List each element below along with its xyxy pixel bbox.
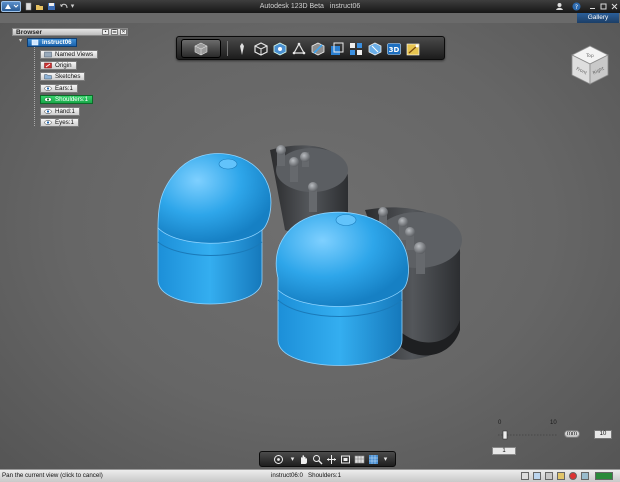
view-cube[interactable]: Top Front Right [568, 42, 612, 86]
visual-style-icon[interactable] [581, 472, 589, 480]
close-icon[interactable] [610, 2, 619, 11]
look-at-icon[interactable] [340, 454, 351, 465]
blue-shoulder-dome-back[interactable] [157, 153, 272, 305]
scale-tick-start: 0 [498, 420, 502, 426]
primitives-icon[interactable] [234, 41, 249, 56]
browser-title: Browser [16, 29, 43, 36]
scale-slider-handle[interactable] [502, 430, 508, 440]
snap-value: 1 [502, 448, 506, 454]
unit-label: mm [567, 431, 577, 437]
browser-item-label: Eyes:1 [55, 119, 74, 126]
status-tab-document[interactable]: instruct06:0 [271, 470, 303, 482]
sign-in-icon[interactable] [555, 2, 564, 11]
browser-item-label: Origin [55, 62, 72, 69]
component-icon [30, 39, 39, 46]
status-bar: Pan the current view (click to cancel) i… [0, 469, 620, 482]
grid-scale-widget: 0 10 mm 10 1 [490, 420, 620, 460]
document-name: instruct06 [329, 3, 361, 10]
browser-root-item[interactable]: instruct06 [27, 38, 77, 47]
error-icon[interactable] [569, 472, 577, 480]
unit-selector[interactable]: mm [564, 430, 580, 438]
origin-icon [43, 62, 52, 69]
app-name: Autodesk 123D Beta [259, 3, 324, 10]
browser-root-label: instruct06 [42, 39, 72, 46]
browser-panel-header[interactable]: Browser ▪ ☰ ✕ [12, 28, 128, 36]
browser-item-named-views[interactable]: Named Views [40, 50, 99, 59]
text-3d-icon[interactable]: 3D [386, 41, 401, 56]
main-menu-button[interactable] [181, 39, 221, 58]
orbit-dropdown-icon[interactable]: ▾ [288, 454, 297, 465]
svg-text:3D: 3D [388, 46, 399, 54]
zoom-icon[interactable] [312, 454, 323, 465]
browser-pin-button[interactable]: ▪ [102, 29, 109, 35]
grid-toggle-icon[interactable] [521, 472, 529, 480]
blue-shoulder-dome-front[interactable] [276, 211, 409, 366]
browser-item-eyes[interactable]: Eyes:1 [40, 118, 79, 127]
help-icon[interactable]: ? [572, 2, 581, 11]
view-cube-top-label: Top [585, 53, 594, 59]
material-toggle-icon[interactable] [557, 472, 565, 480]
gallery-button[interactable]: Gallery [577, 13, 619, 23]
window-title: Autodesk 123D Beta instruct06 [0, 2, 620, 11]
title-bar: ▾ Autodesk 123D Beta instruct06 ? [0, 0, 620, 13]
fit-icon[interactable] [326, 454, 337, 465]
browser-item-label: Sketches [55, 73, 81, 80]
view-style-icon[interactable] [354, 454, 365, 465]
construct-icon[interactable] [272, 41, 287, 56]
settings-dropdown-icon[interactable]: ▾ [381, 454, 390, 465]
eye-icon[interactable] [43, 85, 52, 92]
material-icon[interactable] [405, 41, 420, 56]
snap-value-field[interactable]: 1 [492, 447, 516, 455]
scale-tick-end: 10 [550, 420, 557, 426]
grid-value: 10 [599, 431, 607, 437]
orbit-icon[interactable] [273, 454, 284, 465]
scale-ruler[interactable] [496, 429, 560, 441]
minimize-icon[interactable] [588, 2, 597, 11]
eye-icon[interactable] [43, 96, 52, 103]
browser-close-button[interactable]: ✕ [120, 29, 127, 35]
grouping-icon[interactable] [329, 41, 344, 56]
expand-toggle-icon[interactable]: ▾ [17, 38, 24, 45]
cube-menu-icon [194, 42, 208, 55]
eye-icon[interactable] [43, 108, 52, 115]
3d-model[interactable] [150, 130, 470, 380]
tree-connector [34, 46, 35, 126]
browser-item-sketches[interactable]: Sketches [40, 72, 86, 81]
svg-text:?: ? [575, 4, 578, 11]
shadow-toggle-icon[interactable] [545, 472, 553, 480]
browser-menu-button[interactable]: ☰ [111, 29, 118, 35]
browser-item-shoulders[interactable]: Shoulders:1 [40, 95, 94, 104]
status-tab-selection[interactable]: Shoulders:1 [308, 470, 341, 482]
browser-item-hand[interactable]: Hand:1 [40, 107, 80, 116]
pattern-icon[interactable] [310, 41, 325, 56]
browser-item-label: Ears:1 [55, 85, 73, 92]
maximize-icon[interactable] [599, 2, 608, 11]
browser-item-label: Named Views [55, 51, 94, 58]
performance-icon[interactable] [595, 472, 613, 480]
main-toolbar: 3D [176, 36, 445, 60]
status-hint: Pan the current view (click to cancel) [2, 472, 103, 479]
browser-item-origin[interactable]: Origin [40, 61, 77, 70]
grid-icon[interactable] [368, 454, 379, 465]
browser-item-label: Shoulders:1 [55, 96, 89, 103]
measure-icon[interactable] [367, 41, 382, 56]
navigation-bar: ▾ ▾ [259, 451, 396, 467]
snap-toggle-icon[interactable] [533, 472, 541, 480]
grid-value-field[interactable]: 10 [594, 430, 612, 439]
views-icon [43, 51, 52, 58]
browser-item-ears[interactable]: Ears:1 [40, 84, 78, 93]
sketch-icon[interactable] [253, 41, 268, 56]
modify-icon[interactable] [291, 41, 306, 56]
combine-icon[interactable] [348, 41, 363, 56]
eye-icon[interactable] [43, 119, 52, 126]
browser-item-label: Hand:1 [55, 108, 75, 115]
folder-icon [43, 73, 52, 80]
pan-icon[interactable] [298, 454, 309, 465]
toolbar-separator [227, 41, 228, 56]
gallery-label: Gallery [587, 14, 609, 21]
